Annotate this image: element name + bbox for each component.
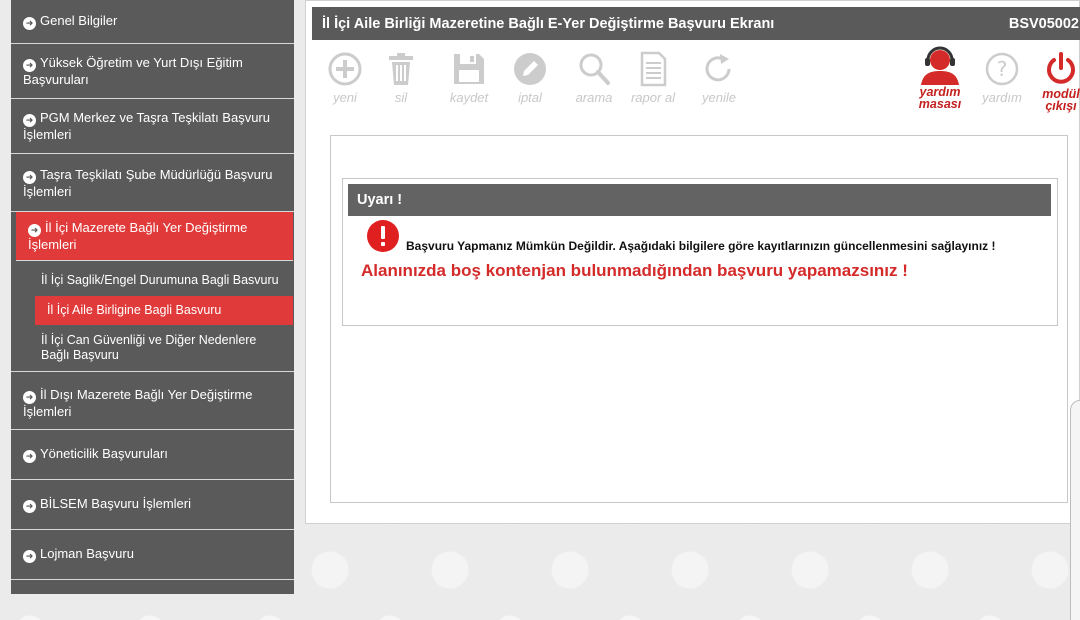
toolbar: yeni sil kaydet iptal arama rapor al yen… bbox=[320, 46, 1080, 116]
sidebar-item-yoneticilik[interactable]: ➜ Yöneticilik Başvuruları bbox=[11, 430, 294, 480]
sidebar-item-genel-bilgiler[interactable]: ➜ Genel Bilgiler bbox=[11, 0, 294, 44]
helpdesk-label-2: masası bbox=[918, 97, 962, 111]
refresh-label: yenile bbox=[702, 90, 736, 105]
save-button[interactable]: kaydet bbox=[438, 51, 500, 105]
sidebar-item-label: İl Dışı Mazerete Bağlı Yer Değiştirme İş… bbox=[23, 386, 253, 419]
svg-text:?: ? bbox=[997, 57, 1008, 81]
save-label: kaydet bbox=[449, 90, 489, 105]
sidebar-item-il-ici-mazeret[interactable]: ➜ İl İçi Mazerete Bağlı Yer Değiştirme İş… bbox=[16, 212, 293, 261]
alert-title: Uyarı ! bbox=[348, 184, 1051, 216]
helpdesk-button[interactable]: yardım masası bbox=[909, 45, 971, 110]
help-button[interactable]: ? yardım bbox=[971, 51, 1033, 105]
new-label: yeni bbox=[333, 90, 357, 105]
sidebar-item-label: BİLSEM Başvuru İşlemleri bbox=[40, 496, 191, 511]
submenu-item-label: İl İçi Can Güvenliği ve Diğer Nedenlere … bbox=[41, 333, 257, 362]
sidebar-item-pgm-merkez[interactable]: ➜ PGM Merkez ve Taşra Teşkilatı Başvuru İ… bbox=[11, 99, 294, 154]
search-label: arama bbox=[575, 90, 613, 105]
sidebar-item-label: Genel Bilgiler bbox=[40, 13, 118, 28]
arrow-right-icon: ➜ bbox=[23, 17, 36, 30]
submenu: İl İçi Saglik/Engel Durumuna Bagli Basvu… bbox=[11, 261, 294, 376]
screen-code: BSV05002 bbox=[1008, 15, 1079, 32]
submenu-item-aile-birligi[interactable]: İl İçi Aile Birligine Bagli Basvuru bbox=[35, 296, 293, 325]
sidebar-item-lojman[interactable]: ➜ Lojman Başvuru bbox=[11, 530, 294, 580]
refresh-icon bbox=[705, 54, 731, 82]
trash-icon bbox=[389, 53, 413, 85]
sidebar-item-bilsem[interactable]: ➜ BİLSEM Başvuru İşlemleri bbox=[11, 480, 294, 530]
report-button[interactable]: rapor al bbox=[622, 51, 684, 105]
search-icon bbox=[579, 53, 610, 85]
sidebar-item-label: PGM Merkez ve Taşra Teşkilatı Başvuru İş… bbox=[23, 110, 270, 142]
report-label: rapor al bbox=[630, 90, 676, 105]
floppy-disk-icon bbox=[454, 54, 484, 84]
sidebar-item-label: Taşra Teşkilatı Şube Müdürlüğü Başvuru İ… bbox=[23, 166, 273, 199]
alert-box: Uyarı ! Başvuru Yapmanız Mümkün Değildir… bbox=[342, 178, 1058, 326]
plus-circle-icon bbox=[328, 52, 362, 86]
headset-operator-icon bbox=[921, 46, 959, 85]
sidebar-item-tasra-sube[interactable]: ➜ Taşra Teşkilatı Şube Müdürlüğü Başvuru … bbox=[11, 154, 294, 212]
submenu-item-saglik-engel[interactable]: İl İçi Saglik/Engel Durumuna Bagli Basvu… bbox=[11, 261, 294, 296]
help-label: yardım bbox=[982, 90, 1022, 105]
arrow-down-icon: ➜ bbox=[28, 224, 41, 237]
content-area: Uyarı ! Başvuru Yapmanız Mümkün Değildir… bbox=[330, 135, 1068, 503]
sidebar-item-yuksek-ogretim[interactable]: ➜ Yüksek Öğretim ve Yurt Dışı Eğitim Başv… bbox=[11, 44, 294, 99]
question-circle-icon: ? bbox=[985, 52, 1019, 86]
submenu-item-label: İl İçi Saglik/Engel Durumuna Bagli Basvu… bbox=[41, 273, 279, 287]
document-icon bbox=[640, 51, 667, 87]
title-bar: İl İçi Aile Birliği Mazeretine Bağlı E-Y… bbox=[312, 7, 1080, 40]
alert-error-text: Alanınızda boş kontenjan bulunmadığından… bbox=[361, 261, 908, 280]
sidebar-item-label: Yüksek Öğretim ve Yurt Dışı Eğitim Başvu… bbox=[23, 55, 243, 87]
cancel-label: iptal bbox=[518, 90, 542, 105]
edge-panel-border bbox=[1070, 400, 1080, 620]
arrow-right-icon: ➜ bbox=[23, 550, 36, 563]
delete-label: sil bbox=[394, 90, 408, 105]
main-panel: İl İçi Aile Birliği Mazeretine Bağlı E-Y… bbox=[305, 0, 1080, 524]
search-button[interactable]: arama bbox=[563, 51, 625, 105]
exclamation-circle-icon bbox=[367, 220, 399, 252]
module-exit-button[interactable]: modül çıkışı bbox=[1030, 51, 1080, 112]
arrow-right-icon: ➜ bbox=[23, 390, 36, 404]
new-button[interactable]: yeni bbox=[314, 51, 376, 105]
refresh-button[interactable]: yenile bbox=[688, 51, 750, 105]
arrow-right-icon: ➜ bbox=[23, 114, 36, 127]
module-exit-label-2: çıkışı bbox=[1045, 99, 1077, 113]
arrow-right-icon: ➜ bbox=[23, 170, 36, 184]
submenu-item-can-guvenligi[interactable]: İl İçi Can Güvenliği ve Diğer Nedenlere … bbox=[11, 325, 294, 372]
sidebar-item-label: Lojman Başvuru bbox=[40, 546, 134, 561]
cancel-button[interactable]: iptal bbox=[499, 51, 561, 105]
sidebar-item-label: İl İçi Mazerete Bağlı Yer Değiştirme İşl… bbox=[28, 220, 248, 252]
delete-button[interactable]: sil bbox=[370, 51, 432, 105]
sidebar-item-label: Yöneticilik Başvuruları bbox=[40, 446, 168, 461]
sidebar-item-il-disi-mazeret[interactable]: ➜ İl Dışı Mazerete Bağlı Yer Değiştirme İ… bbox=[11, 376, 294, 430]
power-icon bbox=[1047, 52, 1075, 84]
alert-message: Başvuru Yapmanız Mümkün Değildir. Aşağıd… bbox=[406, 239, 996, 253]
page-title: İl İçi Aile Birliği Mazeretine Bağlı E-Y… bbox=[322, 15, 775, 32]
arrow-right-icon: ➜ bbox=[23, 59, 36, 72]
arrow-right-icon: ➜ bbox=[23, 450, 36, 463]
pencil-circle-icon bbox=[514, 53, 546, 85]
submenu-item-label: İl İçi Aile Birligine Bagli Basvuru bbox=[47, 303, 222, 317]
arrow-right-icon: ➜ bbox=[23, 500, 36, 513]
sidebar: ➜ Genel Bilgiler ➜ Yüksek Öğretim ve Yurt … bbox=[11, 0, 294, 594]
